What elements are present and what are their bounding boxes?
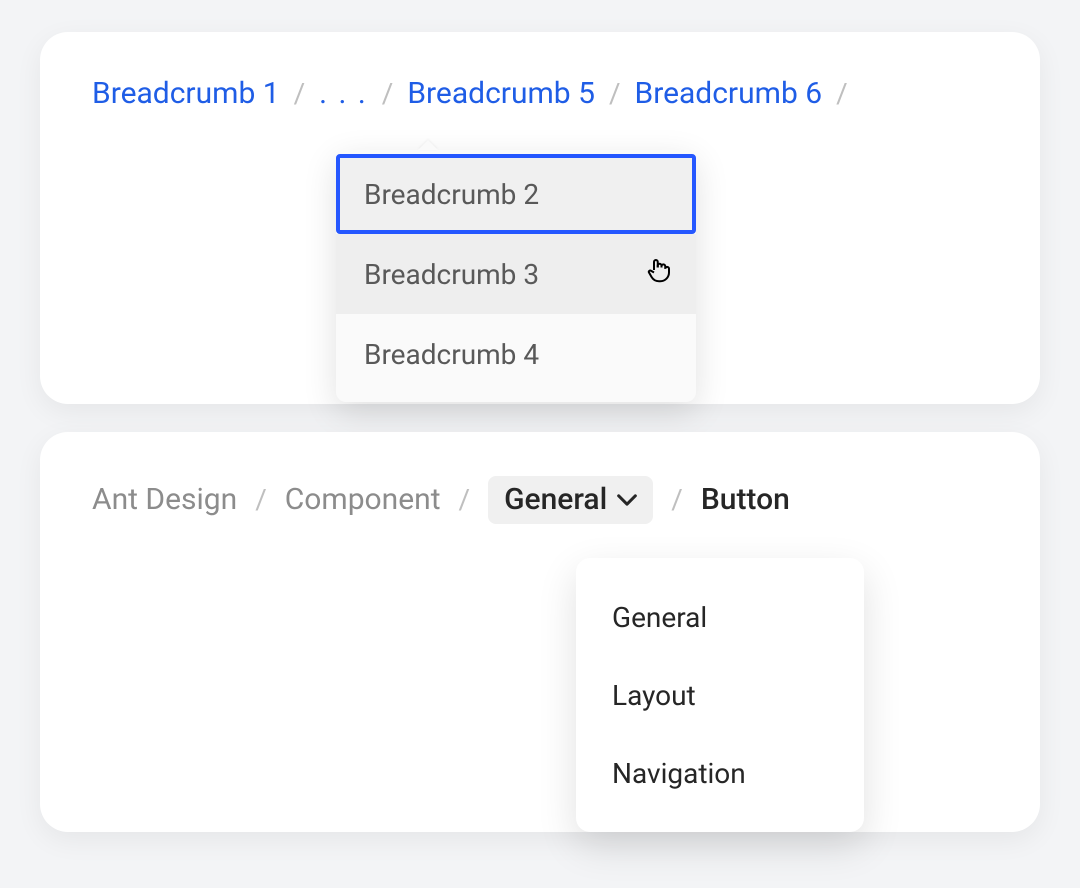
breadcrumb-overflow-menu: Breadcrumb 2 Breadcrumb 3 Breadcrumb 4 [336, 150, 696, 402]
chevron-down-icon [617, 493, 637, 507]
overflow-menu-item[interactable]: Breadcrumb 2 [336, 154, 696, 234]
dropdown-menu-item-label: General [612, 601, 707, 634]
dropdown-menu-item[interactable]: Navigation [576, 734, 864, 812]
separator-icon: / [836, 77, 848, 111]
dropdown-menu-item[interactable]: Layout [576, 656, 864, 734]
breadcrumb-item-general-dropdown[interactable]: General [488, 476, 653, 524]
breadcrumb: Breadcrumb 1 / . . . / Breadcrumb 5 / Br… [92, 76, 988, 112]
separator-icon: / [609, 77, 621, 111]
breadcrumb-collapsed-demo: Breadcrumb 1 / . . . / Breadcrumb 5 / Br… [40, 32, 1040, 404]
overflow-menu-item[interactable]: Breadcrumb 4 [336, 314, 696, 394]
breadcrumb-item-6[interactable]: Breadcrumb 6 [635, 76, 823, 112]
separator-icon: / [294, 77, 306, 111]
breadcrumb-overflow-ellipsis[interactable]: . . . [319, 76, 368, 112]
dropdown-menu-item-label: Layout [612, 679, 696, 712]
breadcrumb-dropdown-demo: Ant Design / Component / General / Butto… [40, 432, 1040, 832]
breadcrumb-item-ant-design[interactable]: Ant Design [92, 482, 237, 518]
overflow-menu-item-label: Breadcrumb 4 [364, 338, 539, 371]
dropdown-menu-item-label: Navigation [612, 757, 746, 790]
breadcrumb-item-5[interactable]: Breadcrumb 5 [407, 76, 595, 112]
breadcrumb-dropdown-label: General [504, 482, 607, 518]
separator-icon: / [671, 483, 683, 517]
breadcrumb-item-1[interactable]: Breadcrumb 1 [92, 76, 280, 112]
separator-icon: / [459, 483, 471, 517]
breadcrumb-item-button: Button [701, 482, 790, 518]
breadcrumb: Ant Design / Component / General / Butto… [92, 476, 988, 524]
overflow-menu-item[interactable]: Breadcrumb 3 [336, 234, 696, 314]
overflow-menu-item-label: Breadcrumb 2 [364, 178, 539, 211]
breadcrumb-item-component[interactable]: Component [285, 482, 441, 518]
breadcrumb-dropdown-menu: General Layout Navigation [576, 558, 864, 832]
separator-icon: / [255, 483, 267, 517]
overflow-menu-item-label: Breadcrumb 3 [364, 258, 539, 291]
separator-icon: / [382, 77, 394, 111]
pointer-cursor-icon [644, 255, 674, 293]
dropdown-menu-item[interactable]: General [576, 578, 864, 656]
